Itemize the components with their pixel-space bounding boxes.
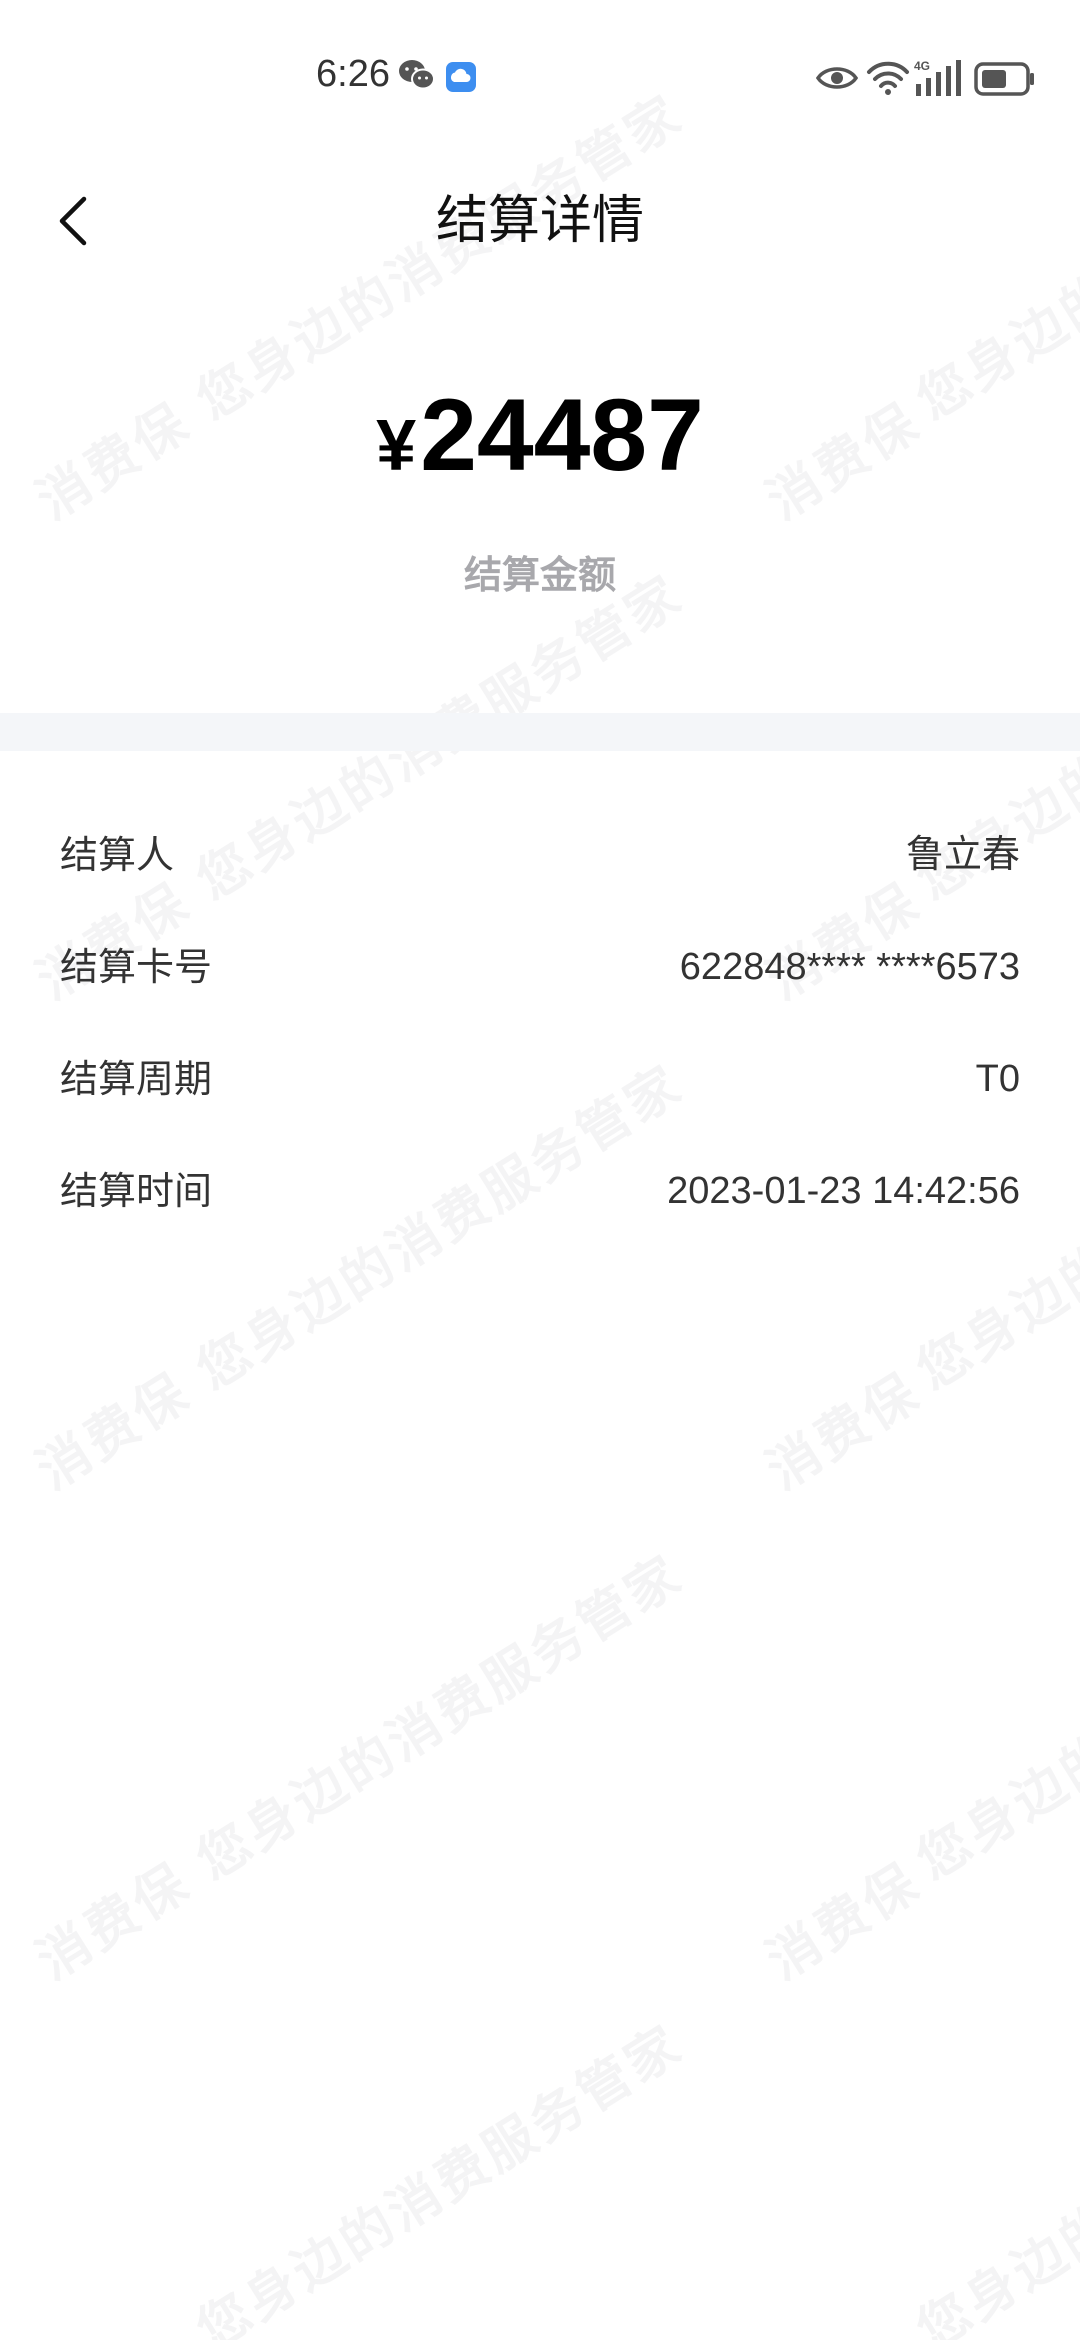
page-title: 结算详情 bbox=[435, 191, 644, 251]
network-label: 4G bbox=[914, 59, 930, 73]
signal-4g-icon: 4G bbox=[914, 59, 961, 96]
status-bar: 6:26 4G bbox=[0, 0, 1080, 150]
detail-row-card-number: 结算卡号 622848**** ****6573 bbox=[60, 912, 1020, 1024]
detail-value: 2023-01-23 14:42:56 bbox=[667, 1170, 1020, 1212]
detail-row-time: 结算时间 2023-01-23 14:42:56 bbox=[60, 1136, 1020, 1248]
watermark-text: 您身边的消费服务管家 bbox=[186, 1544, 694, 1892]
battery-icon bbox=[974, 62, 1034, 96]
eye-icon bbox=[816, 67, 858, 89]
watermark-text: 消费保 bbox=[26, 1851, 202, 1992]
section-divider bbox=[0, 713, 1080, 751]
status-time: 6:26 bbox=[316, 53, 390, 95]
detail-label: 结算人 bbox=[60, 833, 175, 877]
watermark-text: 您身边的消费服务管家 bbox=[186, 2014, 694, 2340]
detail-list: 结算人 鲁立春 结算卡号 622848**** ****6573 结算周期 T0… bbox=[0, 800, 1080, 1248]
detail-value: T0 bbox=[975, 1058, 1020, 1100]
wifi-icon bbox=[867, 61, 909, 95]
watermark-text: 消费保 bbox=[756, 1851, 932, 1992]
watermark-text: 您身边的消费服务管家 bbox=[906, 2014, 1080, 2340]
detail-row-settler: 结算人 鲁立春 bbox=[60, 800, 1020, 912]
amount-block: ¥24487 bbox=[0, 370, 1080, 511]
watermark-text: 消费保 bbox=[26, 1361, 202, 1502]
cloud-icon bbox=[446, 62, 476, 92]
detail-value: 鲁立春 bbox=[905, 834, 1020, 876]
detail-value: 622848**** ****6573 bbox=[679, 946, 1020, 988]
wechat-icon bbox=[399, 60, 435, 90]
settlement-amount: ¥24487 bbox=[376, 370, 704, 511]
watermark-text: 消费保 bbox=[756, 1361, 932, 1502]
amount-number: 24487 bbox=[420, 378, 704, 492]
amount-label: 结算金额 bbox=[463, 553, 616, 597]
nav-bar: 结算详情 bbox=[0, 150, 1080, 290]
detail-label: 结算时间 bbox=[60, 1169, 213, 1213]
detail-row-cycle: 结算周期 T0 bbox=[60, 1024, 1020, 1136]
currency-symbol: ¥ bbox=[376, 406, 417, 486]
watermark-text: 您身边的消费服务管家 bbox=[906, 1544, 1080, 1892]
detail-label: 结算卡号 bbox=[60, 945, 213, 989]
detail-label: 结算周期 bbox=[60, 1057, 213, 1101]
